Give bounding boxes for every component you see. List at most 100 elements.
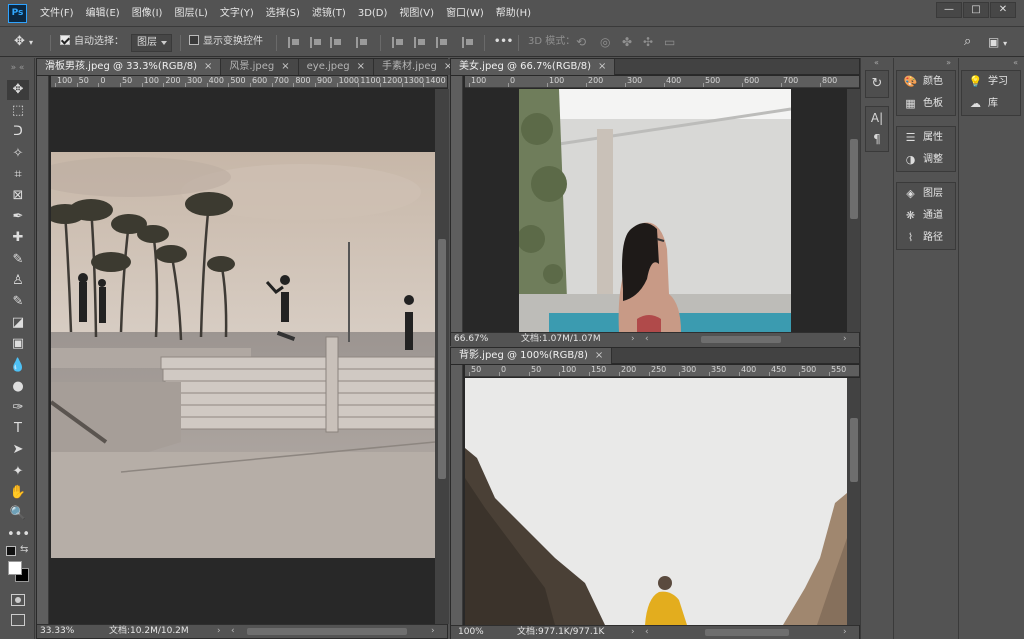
panel-item[interactable]: ◑ 调整 <box>897 149 955 171</box>
paragraph-icon[interactable]: ¶ <box>866 129 888 149</box>
brush-tool-icon[interactable]: ✎ <box>7 250 29 270</box>
character-icon[interactable]: A| <box>866 107 888 129</box>
swap-colors-icon[interactable]: ⇆ <box>20 544 28 555</box>
menu-item-10[interactable]: 帮助(H) <box>490 0 537 27</box>
auto-select-checkbox[interactable]: 自动选择： <box>60 34 124 50</box>
toolbox-collapse-icon[interactable]: » « <box>0 58 35 78</box>
panel-collapse-icon[interactable]: « <box>861 58 892 68</box>
menu-item-9[interactable]: 窗口(W) <box>440 0 490 27</box>
scroll-thumb[interactable] <box>850 418 858 482</box>
show-transform-checkbox[interactable]: 显示变换控件 <box>189 34 263 50</box>
hand-tool-icon[interactable]: ✋ <box>7 483 29 503</box>
default-colors-icon[interactable] <box>6 546 16 556</box>
zoom-tool-icon[interactable]: 🔍 <box>7 504 29 524</box>
move-tool-preset-icon[interactable]: ✥ ▾ <box>14 34 33 50</box>
status-menu-icon[interactable]: › <box>631 626 635 639</box>
search-icon[interactable]: ⌕ <box>964 34 971 50</box>
panel-item[interactable]: ☁ 库 <box>962 93 1020 115</box>
tab-close-icon[interactable]: × <box>281 61 289 72</box>
document-tab[interactable]: 滑板男孩.jpeg @ 33.3%(RGB/8) × <box>37 59 222 75</box>
canvas-area-left[interactable] <box>51 89 435 624</box>
panel-item[interactable]: ❋ 通道 <box>897 205 955 227</box>
path-selection-tool-icon[interactable]: ➤ <box>7 440 29 460</box>
menu-item-2[interactable]: 图像(I) <box>126 0 169 27</box>
panels-collapse-icon[interactable]: » <box>894 58 957 68</box>
vertical-scrollbar-left[interactable] <box>435 89 449 624</box>
menu-item-0[interactable]: 文件(F) <box>34 0 80 27</box>
panel-item[interactable]: 💡 学习 <box>962 71 1020 93</box>
menu-item-8[interactable]: 视图(V) <box>393 0 440 27</box>
edit-toolbar-icon[interactable]: ••• <box>7 525 30 545</box>
menu-item-7[interactable]: 3D(D) <box>352 0 394 27</box>
align-center-icon[interactable] <box>310 37 322 48</box>
screen-mode-icon[interactable] <box>11 614 25 626</box>
tab-close-icon[interactable]: × <box>204 61 212 72</box>
document-tab[interactable]: 风景.jpeg × <box>221 59 299 75</box>
zoom-level[interactable]: 33.33% <box>40 625 74 638</box>
panel-item[interactable]: ◈ 图层 <box>897 183 955 205</box>
align-top-icon[interactable] <box>392 37 404 48</box>
history-brush-tool-icon[interactable]: ✎ <box>7 292 29 312</box>
type-tool-icon[interactable]: T <box>7 419 29 439</box>
menu-item-4[interactable]: 文字(Y) <box>214 0 260 27</box>
menu-item-6[interactable]: 滤镜(T) <box>306 0 352 27</box>
canvas-area-bottom-right[interactable] <box>465 378 847 625</box>
quick-mask-icon[interactable] <box>11 594 25 606</box>
scroll-left-icon[interactable]: ‹ <box>645 626 649 639</box>
frame-tool-icon[interactable]: ⊠ <box>7 186 29 206</box>
tab-meinv[interactable]: 美女.jpeg @ 66.7%(RGB/8) × <box>451 59 616 75</box>
menu-item-1[interactable]: 编辑(E) <box>80 0 126 27</box>
tab-close-icon[interactable]: × <box>598 61 606 72</box>
marquee-tool-icon[interactable]: ⬚ <box>7 101 29 121</box>
panel-item[interactable]: ▦ 色板 <box>897 93 955 115</box>
align-right-icon[interactable] <box>330 37 342 48</box>
document-tab[interactable]: 手素材.jpeg × <box>374 59 462 75</box>
status-menu-icon[interactable]: › <box>217 625 221 638</box>
document-tab[interactable]: eye.jpeg × <box>298 59 375 75</box>
scroll-thumb[interactable] <box>850 139 858 219</box>
custom-shape-tool-icon[interactable]: ✦ <box>7 462 29 482</box>
distribute-vertical-icon[interactable] <box>462 37 474 48</box>
vertical-scrollbar-top-right[interactable] <box>847 89 861 332</box>
workspace-icon[interactable]: ▣ ▾ <box>988 34 1007 50</box>
horizontal-scrollbar-bottom-right[interactable] <box>705 629 789 636</box>
foreground-color-swatch[interactable] <box>8 561 22 575</box>
zoom-level[interactable]: 100% <box>458 626 484 639</box>
eyedropper-tool-icon[interactable]: ✒ <box>7 207 29 227</box>
panel-item[interactable]: ☰ 属性 <box>897 127 955 149</box>
panels2-collapse-icon[interactable]: « <box>959 58 1024 68</box>
zoom-level[interactable]: 66.67% <box>454 333 488 346</box>
distribute-icon[interactable] <box>356 37 368 48</box>
restore-button[interactable]: □ <box>963 2 989 18</box>
scroll-right-icon[interactable]: › <box>843 626 847 639</box>
dodge-tool-icon[interactable]: ● <box>7 377 29 397</box>
panel-item[interactable]: 🎨 颜色 <box>897 71 955 93</box>
scroll-left-icon[interactable]: ‹ <box>645 333 649 346</box>
scroll-right-icon[interactable]: › <box>843 333 847 346</box>
gradient-tool-icon[interactable]: ▣ <box>7 334 29 354</box>
close-window-button[interactable]: ✕ <box>990 2 1016 18</box>
history-icon[interactable]: ↻ <box>865 70 889 98</box>
canvas-area-top-right[interactable] <box>465 89 847 332</box>
crop-tool-icon[interactable]: ⌗ <box>7 165 29 185</box>
horizontal-scrollbar-top-right[interactable] <box>701 336 781 343</box>
quick-selection-tool-icon[interactable]: ✧ <box>7 144 29 164</box>
scroll-thumb[interactable] <box>438 239 446 479</box>
align-bottom-icon[interactable] <box>436 37 448 48</box>
menu-item-3[interactable]: 图层(L) <box>168 0 213 27</box>
lasso-tool-icon[interactable]: ᑐ <box>7 122 29 142</box>
eraser-tool-icon[interactable]: ◪ <box>7 313 29 333</box>
auto-select-target-dropdown[interactable]: 图层 <box>131 34 172 52</box>
menu-item-5[interactable]: 选择(S) <box>260 0 306 27</box>
panel-item[interactable]: ⌇ 路径 <box>897 227 955 249</box>
pen-tool-icon[interactable]: ✑ <box>7 398 29 418</box>
healing-brush-tool-icon[interactable]: ✚ <box>7 228 29 248</box>
tab-close-icon[interactable]: × <box>357 61 365 72</box>
clone-stamp-tool-icon[interactable]: ♙ <box>7 271 29 291</box>
horizontal-scrollbar-left[interactable] <box>247 628 407 635</box>
scroll-left-icon[interactable]: ‹ <box>231 625 235 638</box>
vertical-scrollbar-bottom-right[interactable] <box>847 378 861 625</box>
tab-beiying[interactable]: 背影.jpeg @ 100%(RGB/8) × <box>451 348 613 364</box>
more-options-button[interactable]: ••• <box>494 34 513 50</box>
align-middle-icon[interactable] <box>414 37 426 48</box>
